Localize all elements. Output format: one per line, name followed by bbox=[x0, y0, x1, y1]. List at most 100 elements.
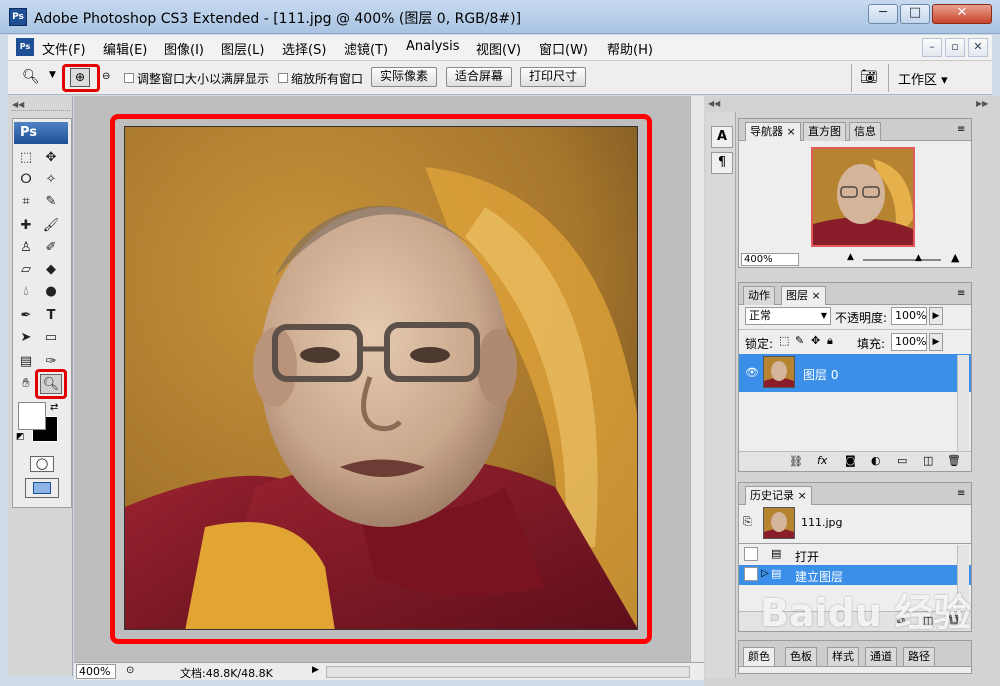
new-group-icon[interactable]: ▭ bbox=[897, 454, 907, 467]
tab-layers[interactable]: 图层 × bbox=[781, 286, 826, 305]
menu-analysis[interactable]: Analysis bbox=[406, 39, 460, 54]
type-tool-icon[interactable]: T bbox=[40, 306, 62, 326]
chevron-down-icon[interactable]: ▼ bbox=[49, 70, 56, 80]
blend-mode-select[interactable]: 正常 ▼ bbox=[745, 307, 831, 325]
menu-view[interactable]: 视图(V) bbox=[476, 39, 521, 58]
tab-history[interactable]: 历史记录 × bbox=[745, 486, 812, 505]
opacity-slider-button[interactable]: ▶ bbox=[929, 307, 943, 325]
expand-dock-icon[interactable]: ◀◀ bbox=[708, 99, 720, 108]
layer-style-icon[interactable]: fx bbox=[817, 454, 827, 467]
snapshot-name[interactable]: 111.jpg bbox=[801, 516, 843, 529]
history-state-pointer-icon[interactable]: ▷ bbox=[761, 568, 769, 579]
zoom-level-field[interactable]: 400% bbox=[76, 664, 116, 679]
opacity-input[interactable]: 100% bbox=[891, 307, 927, 325]
doc-minimize-button[interactable]: – bbox=[922, 38, 942, 57]
zoom-out-icon[interactable]: ⊖ bbox=[102, 71, 110, 82]
new-layer-icon[interactable]: ◫ bbox=[923, 454, 933, 467]
layer-mask-icon[interactable]: ◙ bbox=[845, 454, 856, 467]
pen-tool-icon[interactable]: ✒ bbox=[15, 306, 37, 326]
navigator-zoom-field[interactable]: 400% bbox=[741, 253, 799, 266]
vertical-scrollbar[interactable] bbox=[690, 96, 704, 662]
panel-menu-icon[interactable]: ≡ bbox=[957, 124, 965, 135]
fit-screen-button[interactable]: 适合屏幕 bbox=[446, 67, 512, 87]
foreground-color-swatch[interactable] bbox=[18, 402, 46, 430]
slice-tool-icon[interactable]: ✎ bbox=[40, 192, 62, 212]
lock-position-icon[interactable]: ✥ bbox=[811, 334, 820, 347]
print-size-button[interactable]: 打印尺寸 bbox=[520, 67, 586, 87]
panel-menu-icon[interactable]: ≡ bbox=[957, 488, 965, 499]
zoom-all-checkbox[interactable] bbox=[278, 73, 288, 83]
actual-pixels-button[interactable]: 实际像素 bbox=[371, 67, 437, 87]
lock-all-icon[interactable]: 🔒︎ bbox=[827, 334, 833, 348]
lock-pixels-icon[interactable]: ✎ bbox=[795, 334, 804, 347]
hand-tool-icon[interactable]: ✋︎ bbox=[15, 374, 37, 394]
collapse-dock-icon[interactable]: ▶▶ bbox=[976, 99, 988, 108]
path-selection-icon[interactable]: ➤ bbox=[15, 328, 37, 348]
resize-windows-checkbox[interactable] bbox=[124, 73, 134, 83]
zoom-out-small-icon[interactable]: ▲ bbox=[847, 252, 854, 262]
eye-icon[interactable]: 👁︎ bbox=[745, 366, 759, 379]
layer-row[interactable]: 👁︎ 图层 0 bbox=[739, 354, 971, 392]
shape-tool-icon[interactable]: ▭ bbox=[40, 328, 62, 348]
layer-name[interactable]: 图层 0 bbox=[803, 366, 838, 383]
history-brush-source-box[interactable] bbox=[744, 547, 758, 561]
menu-layer[interactable]: 图层(L) bbox=[221, 39, 264, 58]
tab-histogram[interactable]: 直方图 bbox=[803, 122, 846, 141]
paragraph-panel-icon[interactable]: ¶ bbox=[711, 152, 733, 174]
menu-edit[interactable]: 编辑(E) bbox=[103, 39, 147, 58]
fill-input[interactable]: 100% bbox=[891, 333, 927, 351]
brush-tool-icon[interactable]: 🖌︎ bbox=[40, 216, 62, 236]
zoom-in-small-icon[interactable]: ▲ bbox=[951, 251, 959, 264]
zoom-in-icon[interactable]: ⊕ bbox=[70, 68, 90, 87]
doc-close-button[interactable]: ✕ bbox=[968, 38, 988, 57]
zoom-tool-preset-icon[interactable]: 🔍︎ bbox=[22, 69, 40, 85]
maximize-button[interactable]: □ bbox=[900, 4, 930, 24]
menu-image[interactable]: 图像(I) bbox=[164, 39, 204, 58]
snapshot-thumbnail[interactable] bbox=[763, 507, 795, 539]
tab-color[interactable]: 颜色 bbox=[743, 647, 775, 666]
navigator-zoom-slider[interactable] bbox=[863, 259, 941, 261]
status-icon[interactable]: ⊙ bbox=[126, 665, 134, 676]
menu-help[interactable]: 帮助(H) bbox=[607, 39, 653, 58]
lock-transparency-icon[interactable]: ⬚ bbox=[779, 334, 789, 347]
collapse-icon[interactable]: ◀◀ bbox=[12, 100, 24, 109]
panel-menu-icon[interactable]: ≡ bbox=[957, 288, 965, 299]
marquee-tool-icon[interactable]: ⬚ bbox=[15, 148, 37, 168]
magic-wand-icon[interactable]: ✧ bbox=[40, 170, 62, 190]
swap-colors-icon[interactable]: ⇄ bbox=[50, 402, 58, 413]
workspace-menu[interactable]: 工作区 ▾ bbox=[898, 69, 948, 88]
close-button[interactable]: ✕ bbox=[932, 4, 992, 24]
menu-file[interactable]: 文件(F) bbox=[42, 39, 86, 58]
dodge-tool-icon[interactable]: ● bbox=[40, 282, 62, 302]
default-colors-icon[interactable]: ◩ bbox=[16, 432, 25, 442]
menu-filter[interactable]: 滤镜(T) bbox=[344, 39, 388, 58]
horizontal-scrollbar[interactable] bbox=[326, 666, 690, 678]
move-tool-icon[interactable]: ✥ bbox=[40, 148, 62, 168]
tab-actions[interactable]: 动作 bbox=[743, 286, 775, 305]
history-step[interactable]: ▤ 打开 bbox=[739, 545, 971, 565]
tab-channels[interactable]: 通道 bbox=[865, 647, 897, 666]
menu-window[interactable]: 窗口(W) bbox=[539, 39, 588, 58]
minimize-button[interactable]: ─ bbox=[868, 4, 898, 24]
fill-slider-button[interactable]: ▶ bbox=[929, 333, 943, 351]
navigator-thumbnail[interactable] bbox=[811, 147, 915, 247]
layers-scrollbar[interactable] bbox=[957, 355, 969, 451]
quick-mask-icon[interactable]: ◯ bbox=[30, 456, 54, 472]
crop-tool-icon[interactable]: ⌗ bbox=[15, 192, 37, 212]
slider-thumb[interactable]: ▲ bbox=[915, 253, 922, 263]
lasso-tool-icon[interactable]: ⵔ bbox=[15, 170, 37, 190]
healing-brush-icon[interactable]: ✚ bbox=[15, 216, 37, 236]
tab-paths[interactable]: 路径 bbox=[903, 647, 935, 666]
tab-navigator[interactable]: 导航器 × bbox=[745, 122, 801, 141]
toolbox-grip[interactable] bbox=[12, 110, 70, 114]
snapshot-source-icon[interactable]: ⎘ bbox=[743, 515, 752, 529]
trash-icon[interactable]: 🗑︎ bbox=[947, 454, 961, 467]
status-menu-arrow-icon[interactable]: ▶ bbox=[312, 665, 319, 675]
screen-mode-button[interactable] bbox=[25, 478, 59, 498]
bridge-icon[interactable]: 📷︎ bbox=[860, 69, 878, 85]
tab-styles[interactable]: 样式 bbox=[827, 647, 859, 666]
blur-tool-icon[interactable]: 💧︎ bbox=[15, 282, 37, 302]
history-brush-icon[interactable]: ✐ bbox=[40, 238, 62, 258]
eraser-tool-icon[interactable]: ▱ bbox=[15, 260, 37, 280]
notes-tool-icon[interactable]: ▤ bbox=[15, 352, 37, 372]
